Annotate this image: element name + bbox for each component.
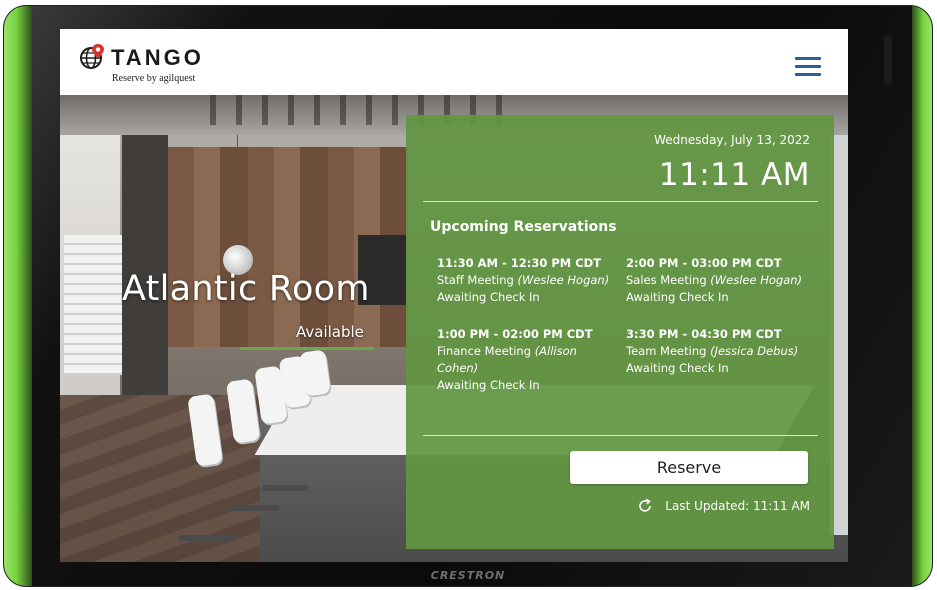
camera-sensor bbox=[884, 36, 892, 84]
reservation-status: Awaiting Check In bbox=[437, 378, 540, 392]
reservation-organizer: (Weslee Hogan) bbox=[710, 273, 803, 287]
reservation-title-line: Staff Meeting (Weslee Hogan) bbox=[437, 272, 615, 289]
reservation-title-line: Team Meeting (Jessica Debus) bbox=[626, 343, 804, 360]
reservation-status: Awaiting Check In bbox=[626, 361, 729, 375]
reservation-title: Team Meeting bbox=[626, 344, 707, 358]
hamburger-menu-icon[interactable] bbox=[793, 55, 823, 77]
reserve-button[interactable]: Reserve bbox=[570, 451, 808, 484]
reservation-item[interactable]: 3:30 PM - 04:30 PM CDT Team Meeting (Jes… bbox=[626, 326, 804, 377]
reservation-item[interactable]: 2:00 PM - 03:00 PM CDT Sales Meeting (We… bbox=[626, 255, 804, 306]
reservation-title: Sales Meeting bbox=[626, 273, 707, 287]
window-blinds bbox=[64, 235, 128, 375]
logo-wordmark: TANGO bbox=[111, 45, 204, 70]
lamp-cord bbox=[237, 135, 238, 255]
logo-tagline: Reserve by agilquest bbox=[112, 73, 196, 84]
upcoming-reservations-heading: Upcoming Reservations bbox=[430, 219, 617, 235]
chair-base bbox=[178, 535, 238, 541]
reservation-time: 1:00 PM - 02:00 PM CDT bbox=[437, 327, 593, 341]
reservation-status: Awaiting Check In bbox=[626, 290, 729, 304]
status-indicator-bar bbox=[240, 347, 374, 350]
reservation-organizer: (Jessica Debus) bbox=[710, 344, 799, 358]
led-glow-right bbox=[912, 6, 932, 586]
device-brand-label: CRESTRON bbox=[430, 569, 506, 582]
globe-pin-icon bbox=[80, 44, 104, 69]
current-date: Wednesday, July 13, 2022 bbox=[654, 133, 810, 147]
last-updated-text: Last Updated: 11:11 AM bbox=[665, 499, 810, 513]
reservation-item[interactable]: 1:00 PM - 02:00 PM CDT Finance Meeting (… bbox=[437, 326, 597, 394]
current-time: 11:11 AM bbox=[658, 157, 810, 193]
reservation-title: Staff Meeting bbox=[437, 273, 514, 287]
led-glow-left bbox=[4, 6, 32, 586]
touch-screen: TANGO Reserve by agilquest Atlantic Room… bbox=[60, 29, 848, 562]
reservation-time: 2:00 PM - 03:00 PM CDT bbox=[626, 256, 782, 270]
room-status: Available bbox=[296, 323, 364, 341]
reservation-title-line: Finance Meeting (Allison Cohen) bbox=[437, 343, 597, 377]
reservation-organizer: (Weslee Hogan) bbox=[517, 273, 610, 287]
reservation-title-line: Sales Meeting (Weslee Hogan) bbox=[626, 272, 804, 289]
reservations-panel: Wednesday, July 13, 2022 11:11 AM Upcomi… bbox=[406, 115, 834, 549]
chair-base bbox=[262, 485, 308, 491]
reservation-item[interactable]: 11:30 AM - 12:30 PM CDT Staff Meeting (W… bbox=[437, 255, 615, 306]
chair bbox=[299, 349, 331, 397]
divider bbox=[423, 435, 818, 436]
app-header: TANGO Reserve by agilquest bbox=[60, 29, 848, 95]
refresh-icon[interactable] bbox=[637, 498, 653, 514]
chair-base bbox=[228, 505, 280, 511]
room-name: Atlantic Room bbox=[122, 269, 370, 309]
reservation-title: Finance Meeting bbox=[437, 344, 532, 358]
divider bbox=[423, 201, 818, 202]
reservation-time: 3:30 PM - 04:30 PM CDT bbox=[626, 327, 782, 341]
reservation-status: Awaiting Check In bbox=[437, 290, 540, 304]
last-updated: Last Updated: 11:11 AM bbox=[637, 498, 810, 514]
reservation-time: 11:30 AM - 12:30 PM CDT bbox=[437, 256, 602, 270]
